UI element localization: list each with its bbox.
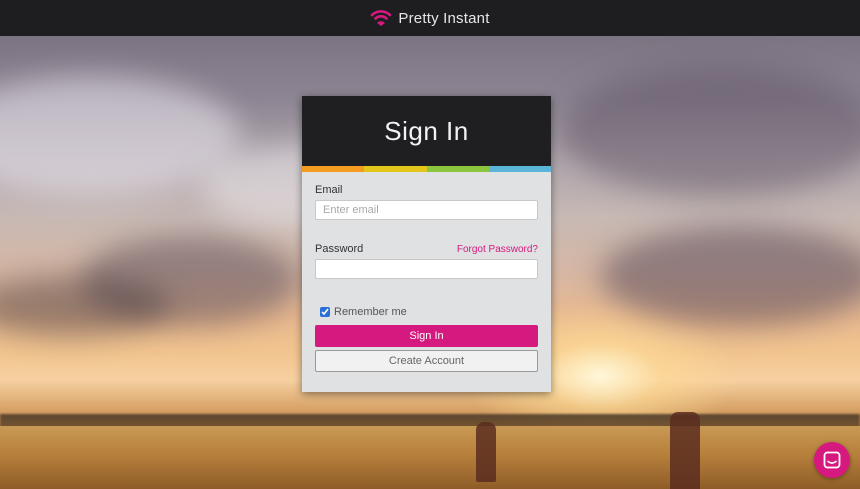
stripe-segment (364, 166, 427, 172)
color-stripe (302, 166, 551, 172)
stripe-segment (302, 166, 365, 172)
top-bar: Pretty Instant (0, 0, 860, 36)
remember-me-row: Remember me (320, 306, 538, 318)
sign-in-button[interactable]: Sign In (315, 325, 538, 347)
card-header: Sign In (302, 96, 551, 166)
password-field[interactable] (315, 259, 538, 279)
page-title: Sign In (384, 115, 469, 146)
forgot-password-link[interactable]: Forgot Password? (457, 244, 538, 255)
brand-name: Pretty Instant (398, 9, 490, 27)
stripe-segment (426, 166, 489, 172)
password-row: Password Forgot Password? (315, 243, 538, 255)
password-label: Password (315, 243, 364, 255)
email-label: Email (315, 184, 343, 196)
stripe-segment (488, 166, 551, 172)
sign-in-card: Sign In Email Password Forgot Password? … (302, 96, 551, 392)
brand[interactable]: Pretty Instant (370, 9, 489, 27)
remember-me-checkbox[interactable] (320, 307, 330, 317)
create-account-button[interactable]: Create Account (315, 350, 538, 372)
chat-launcher-button[interactable] (814, 442, 850, 478)
email-field[interactable] (315, 200, 538, 220)
remember-me-label[interactable]: Remember me (334, 306, 407, 318)
chat-icon (823, 451, 841, 469)
sign-in-form: Email Password Forgot Password? Remember… (302, 172, 551, 372)
wifi-icon (371, 10, 392, 26)
